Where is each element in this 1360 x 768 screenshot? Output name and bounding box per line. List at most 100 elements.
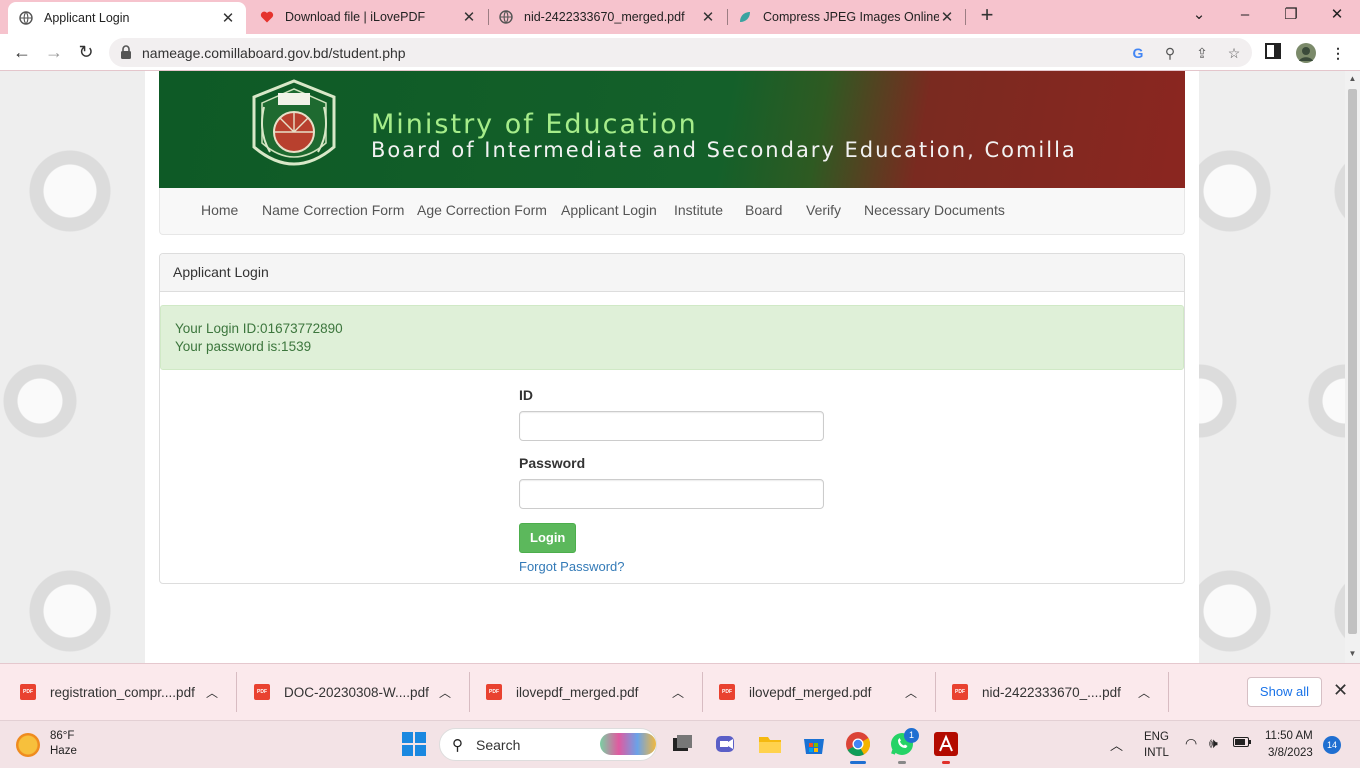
browser-tab-strip: Applicant Login ✕ Download file | iLoveP… — [0, 0, 1360, 34]
forward-arrow-icon[interactable]: → — [42, 40, 66, 64]
google-lens-icon[interactable]: G — [1129, 44, 1147, 62]
share-icon[interactable]: ⇪ — [1193, 44, 1211, 62]
profile-avatar[interactable] — [1296, 43, 1316, 63]
show-all-button[interactable]: Show all — [1247, 677, 1322, 707]
tab-title: nid-2422333670_merged.pdf — [524, 10, 685, 24]
taskbar-search-box[interactable]: ⚲ Search — [439, 728, 657, 761]
kebab-menu-icon[interactable]: ⋮ — [1328, 43, 1348, 63]
chrome-icon[interactable] — [845, 731, 871, 757]
weather-description: Haze — [50, 745, 77, 757]
chevron-up-icon[interactable]: ︿ — [672, 684, 684, 701]
page-container: Ministry of Education Board of Intermedi… — [145, 71, 1199, 663]
nav-age-correction-form[interactable]: Age Correction Form — [417, 202, 547, 218]
download-item[interactable]: PDF DOC-20230308-W....pdf ︿ — [234, 664, 470, 720]
tab-nid-pdf[interactable]: nid-2422333670_merged.pdf ✕ — [488, 0, 726, 34]
windows-taskbar: 86°F Haze ⚲ Search 1 ︿ ENG INTL ◠ 🕪 11:5 — [0, 720, 1360, 768]
scroll-up-arrow-icon[interactable]: ▲ — [1345, 74, 1360, 83]
scroll-down-arrow-icon[interactable]: ▼ — [1345, 649, 1360, 658]
success-alert: Your Login ID:01673772890 Your password … — [160, 305, 1184, 370]
teams-chat-icon[interactable] — [713, 731, 739, 757]
chevron-up-icon[interactable]: ︿ — [905, 684, 917, 701]
microsoft-store-icon[interactable] — [801, 731, 827, 757]
clock-date[interactable]: 3/8/2023 — [1268, 747, 1313, 759]
nav-name-correction-form[interactable]: Name Correction Form — [262, 202, 404, 218]
download-separator — [1168, 672, 1169, 712]
login-id-message: Your Login ID:01673772890 — [175, 321, 343, 336]
download-item[interactable]: PDF nid-2422333670_....pdf ︿ — [932, 664, 1168, 720]
show-hidden-icons-chevron-icon[interactable]: ︿ — [1110, 735, 1123, 754]
clock-time[interactable]: 11:50 AM — [1265, 730, 1313, 742]
nav-verify[interactable]: Verify — [806, 202, 841, 218]
notification-count-badge[interactable]: 14 — [1323, 736, 1341, 754]
battery-icon[interactable] — [1233, 737, 1251, 750]
download-filename: ilovepdf_merged.pdf — [516, 684, 639, 700]
close-downloads-icon[interactable]: ✕ — [1333, 680, 1348, 701]
close-tab-icon[interactable]: ✕ — [461, 8, 477, 26]
nav-necessary-documents[interactable]: Necessary Documents — [864, 202, 1005, 218]
nav-institute[interactable]: Institute — [674, 202, 723, 218]
login-button[interactable]: Login — [519, 523, 577, 553]
id-input[interactable] — [519, 411, 824, 441]
globe-icon — [498, 9, 514, 25]
side-panel-icon[interactable] — [1263, 43, 1283, 63]
wifi-icon[interactable]: ◠ — [1185, 735, 1197, 752]
password-input[interactable] — [519, 479, 824, 509]
address-toolbar: ← → ↻ nameage.comillaboard.gov.bd/studen… — [0, 34, 1360, 71]
zoom-icon[interactable]: ⚲ — [1161, 44, 1179, 62]
pdf-file-icon: PDF — [719, 684, 735, 700]
windows-start-icon[interactable] — [401, 731, 427, 757]
task-view-icon[interactable] — [669, 731, 695, 757]
haze-sun-icon — [16, 733, 40, 757]
nav-board[interactable]: Board — [745, 202, 782, 218]
weather-widget[interactable]: 86°F Haze — [16, 729, 77, 759]
tab-ilovepdf[interactable]: Download file | iLovePDF ✕ — [249, 0, 487, 34]
speaker-icon[interactable]: 🕪 — [1209, 735, 1218, 752]
minimize-icon[interactable]: – — [1230, 4, 1260, 28]
page-scrollbar[interactable]: ▲ ▼ — [1345, 71, 1360, 663]
back-arrow-icon[interactable]: ← — [10, 40, 34, 64]
close-window-icon[interactable]: ✕ — [1322, 4, 1352, 28]
restore-icon[interactable]: ❐ — [1276, 4, 1306, 28]
new-tab-plus-icon[interactable]: + — [976, 4, 998, 27]
adobe-acrobat-icon[interactable] — [933, 731, 959, 757]
nav-home[interactable]: Home — [201, 202, 238, 218]
password-label: Password — [519, 455, 586, 471]
pdf-file-icon: PDF — [20, 684, 36, 700]
reload-icon[interactable]: ↻ — [74, 40, 98, 64]
chevron-up-icon[interactable]: ︿ — [1138, 684, 1150, 701]
chevron-up-icon[interactable]: ︿ — [439, 684, 451, 701]
download-item[interactable]: PDF ilovepdf_merged.pdf ︿ — [699, 664, 935, 720]
language-top[interactable]: ENG — [1144, 731, 1169, 743]
forgot-password-link[interactable]: Forgot Password? — [519, 559, 825, 574]
weather-temperature: 86°F — [50, 730, 75, 742]
close-tab-icon[interactable]: ✕ — [939, 8, 955, 26]
close-tab-icon[interactable]: ✕ — [220, 9, 236, 27]
search-label: Search — [476, 737, 521, 753]
tab-compress-jpeg[interactable]: Compress JPEG Images Online ✕ — [727, 0, 965, 34]
downloads-bar: PDF registration_compr....pdf ︿ PDF DOC-… — [0, 663, 1360, 720]
download-filename: registration_compr....pdf — [50, 684, 195, 700]
board-title: Board of Intermediate and Secondary Educ… — [371, 138, 1077, 162]
file-explorer-icon[interactable] — [757, 731, 783, 757]
download-item[interactable]: PDF registration_compr....pdf ︿ — [0, 664, 236, 720]
board-emblem-logo — [252, 79, 336, 166]
tab-search-chevron-icon[interactable]: ⌄ — [1184, 4, 1214, 28]
ministry-title: Ministry of Education — [371, 109, 698, 140]
download-item[interactable]: PDF ilovepdf_merged.pdf ︿ — [466, 664, 702, 720]
id-label: ID — [519, 387, 533, 403]
pdf-file-icon: PDF — [254, 684, 270, 700]
chevron-up-icon[interactable]: ︿ — [206, 684, 218, 701]
scrollbar-thumb[interactable] — [1348, 89, 1357, 634]
tab-title: Compress JPEG Images Online — [763, 10, 939, 24]
address-bar[interactable]: nameage.comillaboard.gov.bd/student.php … — [109, 38, 1252, 67]
language-bottom[interactable]: INTL — [1144, 747, 1169, 759]
bookmark-star-icon[interactable]: ☆ — [1225, 44, 1243, 62]
download-filename: ilovepdf_merged.pdf — [749, 684, 872, 700]
download-filename: nid-2422333670_....pdf — [982, 684, 1121, 700]
tab-applicant-login[interactable]: Applicant Login ✕ — [8, 2, 246, 34]
tab-title: Applicant Login — [44, 11, 130, 25]
nav-applicant-login[interactable]: Applicant Login — [561, 202, 657, 218]
close-tab-icon[interactable]: ✕ — [700, 8, 716, 26]
lock-icon[interactable] — [120, 45, 132, 62]
login-form: ID Password Login Forgot Password? — [519, 387, 825, 574]
